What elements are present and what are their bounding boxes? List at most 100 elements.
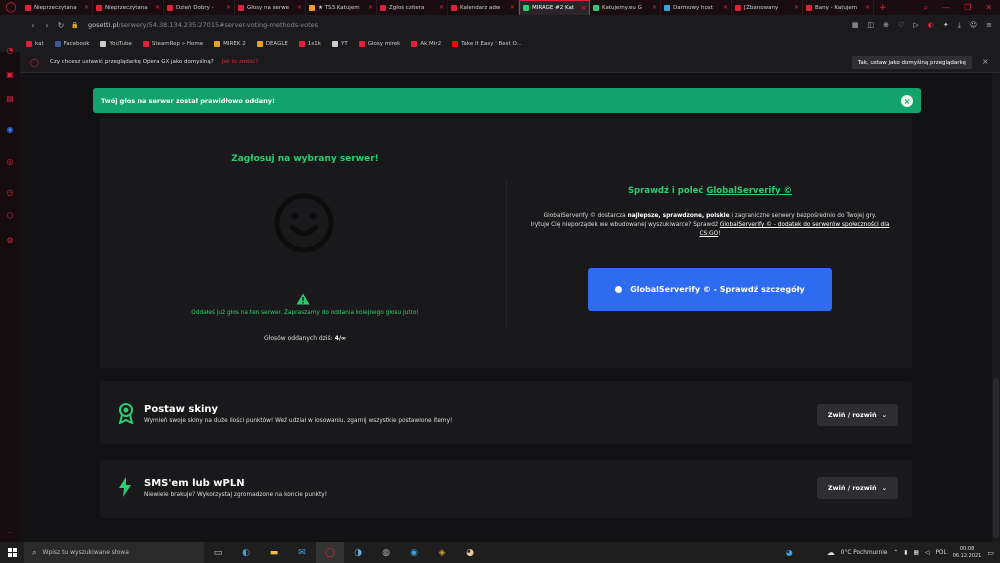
scrollbar[interactable] bbox=[992, 73, 1000, 542]
search-tabs-icon[interactable]: ⌕ bbox=[924, 3, 928, 13]
mail-icon[interactable]: ✉ bbox=[288, 542, 316, 563]
extensions-icon[interactable]: ▦ bbox=[852, 21, 859, 29]
edge-browser-icon[interactable]: ◐ bbox=[232, 542, 260, 563]
tab-close-icon[interactable]: ✕ bbox=[581, 5, 586, 12]
reload-icon[interactable]: ↻ bbox=[54, 21, 68, 30]
gx-corner-icon[interactable]: ▣ bbox=[5, 69, 15, 79]
bookmark-label: DEAGLE bbox=[265, 40, 288, 47]
app-icon[interactable]: ◍ bbox=[372, 542, 400, 563]
url-field[interactable]: gosetti.pl/serwery/54.38.134.235:27015#s… bbox=[88, 21, 318, 29]
twitch-icon[interactable]: ▤ bbox=[5, 93, 15, 103]
tab-close-icon[interactable]: ✕ bbox=[368, 4, 373, 11]
browser-tab[interactable]: Katujemy.eu G ✕ bbox=[590, 0, 661, 15]
sms-toggle-button[interactable]: Zwiń / rozwiń ⌄ bbox=[817, 477, 898, 499]
browser-tab[interactable]: Kalendarz adw ✕ bbox=[448, 0, 519, 15]
browser-tab[interactable]: Głosy na serwe ✕ bbox=[235, 0, 306, 15]
tab-title: Dzień Dobry - bbox=[176, 4, 214, 11]
chrome-icon[interactable]: ◉ bbox=[400, 542, 428, 563]
browser-tab[interactable]: Nieprzeczytana ✕ bbox=[93, 0, 164, 15]
more-icon[interactable]: ··· bbox=[5, 528, 15, 538]
bookmark-item[interactable]: YT bbox=[331, 40, 348, 47]
browser-tab[interactable]: Nieprzeczytana ✕ bbox=[22, 0, 93, 15]
camera-icon[interactable]: ◫ bbox=[868, 21, 875, 29]
microphone-icon[interactable]: ▮ bbox=[904, 550, 907, 556]
download-icon[interactable]: ⤓ bbox=[958, 21, 961, 30]
volume-icon[interactable]: ◁ bbox=[925, 550, 929, 556]
bookmark-item[interactable]: SteamRep » Home bbox=[142, 40, 203, 47]
tab-close-icon[interactable]: ✕ bbox=[794, 4, 799, 11]
opera-gx-logo-icon[interactable]: ◯ bbox=[0, 0, 22, 15]
puzzle-icon[interactable]: ✦ bbox=[943, 21, 949, 29]
settings-icon[interactable]: ⚙ bbox=[5, 235, 15, 245]
task-view-icon[interactable]: ▭ bbox=[204, 542, 232, 563]
taskbar-search[interactable]: ⌕ Wpisz tu wyszukiwane słowa bbox=[24, 542, 204, 563]
league-icon[interactable]: ◈ bbox=[428, 542, 456, 563]
infobar-message: Czy chcesz ustawić przeglądarkę Opera GX… bbox=[50, 59, 214, 65]
browser-tab[interactable]: Darmowy host ✕ bbox=[661, 0, 732, 15]
edge-icon[interactable]: ◐ bbox=[928, 21, 934, 29]
tab-close-icon[interactable]: ✕ bbox=[226, 4, 231, 11]
file-explorer-icon[interactable]: ▬ bbox=[260, 542, 288, 563]
minimize-icon[interactable]: — bbox=[942, 3, 950, 12]
browser-tab[interactable]: [Zbanowany ✕ bbox=[732, 0, 803, 15]
browser-tab[interactable]: ★ TS3.Katujem ✕ bbox=[306, 0, 377, 15]
bookmark-item[interactable]: Ak Mir2 bbox=[411, 40, 441, 47]
new-tab-button[interactable]: + bbox=[879, 3, 887, 13]
browser-tab[interactable]: MIRAGE #2 Kat ✕ bbox=[519, 0, 590, 15]
notification-icon[interactable]: ▭ bbox=[987, 549, 994, 557]
tab-close-icon[interactable]: ✕ bbox=[652, 4, 657, 11]
scrollbar-thumb[interactable] bbox=[993, 378, 999, 538]
maximize-icon[interactable]: ❐ bbox=[964, 3, 971, 12]
tab-close-icon[interactable]: ✕ bbox=[155, 4, 160, 11]
globalserverify-button[interactable]: GlobalServerify © - Sprawdź szczegóły bbox=[588, 268, 832, 311]
alert-close-icon[interactable]: × bbox=[901, 95, 913, 107]
close-window-icon[interactable]: ✕ bbox=[985, 3, 992, 12]
speed-dial-icon[interactable]: ◔ bbox=[5, 45, 15, 55]
tab-close-icon[interactable]: ✕ bbox=[723, 4, 728, 11]
game-icon[interactable]: ◕ bbox=[456, 542, 484, 563]
tab-close-icon[interactable]: ✕ bbox=[84, 4, 89, 11]
player-sidebar-icon[interactable]: ◎ bbox=[5, 156, 15, 166]
menu-icon[interactable]: ≡ bbox=[986, 21, 992, 29]
tab-close-icon[interactable]: ✕ bbox=[297, 4, 302, 11]
gs-desc-1: GlobalServerify © dostarcza bbox=[543, 213, 628, 219]
bookmark-item[interactable]: kat bbox=[26, 40, 44, 47]
forward-icon[interactable]: › bbox=[40, 21, 54, 30]
bookmark-icon[interactable]: ♡ bbox=[898, 21, 904, 29]
browser-tab[interactable]: Zgłoś czitera ✕ bbox=[377, 0, 448, 15]
tray-chevron-icon[interactable]: ⌃ bbox=[893, 550, 898, 556]
history-icon[interactable]: ◷ bbox=[5, 187, 15, 197]
bookmark-item[interactable]: Głosy mirek bbox=[358, 40, 400, 47]
skins-toggle-button[interactable]: Zwiń / rozwiń ⌄ bbox=[817, 404, 898, 426]
bookmark-item[interactable]: YouTube bbox=[100, 40, 132, 47]
steam-icon[interactable]: ◑ bbox=[344, 542, 372, 563]
player-icon[interactable]: ▷ bbox=[913, 21, 918, 29]
opera-gx-taskbar-icon[interactable]: ◯ bbox=[316, 542, 344, 563]
bookmark-item[interactable]: DEAGLE bbox=[256, 40, 288, 47]
tab-close-icon[interactable]: ✕ bbox=[439, 4, 444, 11]
weather-text[interactable]: 0°C Pochmurnie bbox=[841, 550, 888, 556]
discord-tray-icon[interactable]: ◕ bbox=[786, 548, 793, 557]
network-icon[interactable]: ▦ bbox=[913, 550, 918, 556]
browser-tab[interactable]: Dzień Dobry - ✕ bbox=[164, 0, 235, 15]
clock[interactable]: 00:08 06.12.2021 bbox=[953, 546, 982, 560]
vpn-icon[interactable]: ⊕ bbox=[883, 21, 889, 29]
language-indicator[interactable]: POL bbox=[935, 550, 946, 556]
gs-desc-link[interactable]: GlobalServerify © - dodatek do serwerów … bbox=[699, 222, 889, 237]
bookmark-item[interactable]: MIREK 2 bbox=[214, 40, 246, 47]
bookmark-item[interactable]: 1s1k bbox=[298, 40, 321, 47]
messenger-icon[interactable]: ◉ bbox=[5, 124, 15, 134]
gs-title-link[interactable]: GlobalServerify © bbox=[706, 186, 792, 196]
how-to-link[interactable]: Jak to zrobić? bbox=[222, 59, 259, 65]
cube-icon[interactable]: ⬡ bbox=[5, 210, 15, 220]
back-icon[interactable]: ‹ bbox=[26, 21, 40, 30]
infobar-close-icon[interactable]: × bbox=[982, 57, 989, 66]
tab-close-icon[interactable]: ✕ bbox=[865, 4, 870, 11]
tab-close-icon[interactable]: ✕ bbox=[510, 4, 515, 11]
browser-tab[interactable]: Bany - Katujem ✕ bbox=[803, 0, 874, 15]
bookmark-item[interactable]: Take It Easy ' Best O... bbox=[452, 40, 522, 47]
profile-icon[interactable]: ☺ bbox=[970, 21, 977, 29]
start-button[interactable] bbox=[0, 542, 24, 563]
set-default-button[interactable]: Tak, ustaw jako domyślną przeglądarkę bbox=[852, 56, 972, 69]
bookmark-item[interactable]: Facebook bbox=[54, 40, 89, 47]
